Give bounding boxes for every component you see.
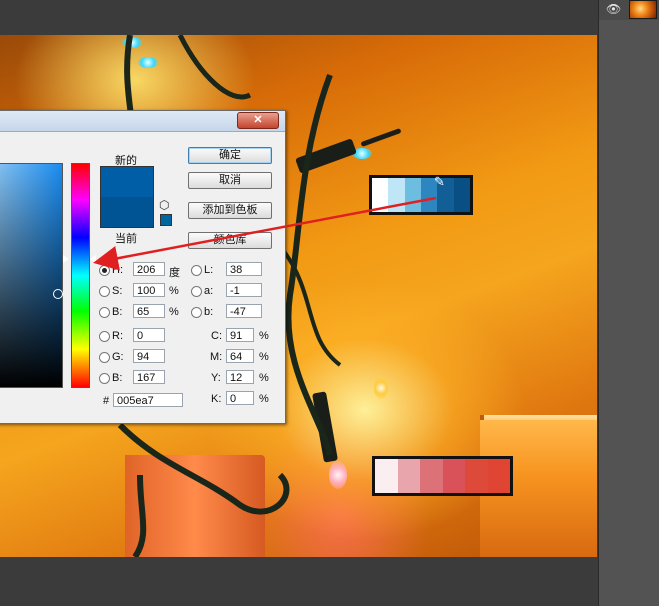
annotation-arrow bbox=[93, 196, 437, 271]
